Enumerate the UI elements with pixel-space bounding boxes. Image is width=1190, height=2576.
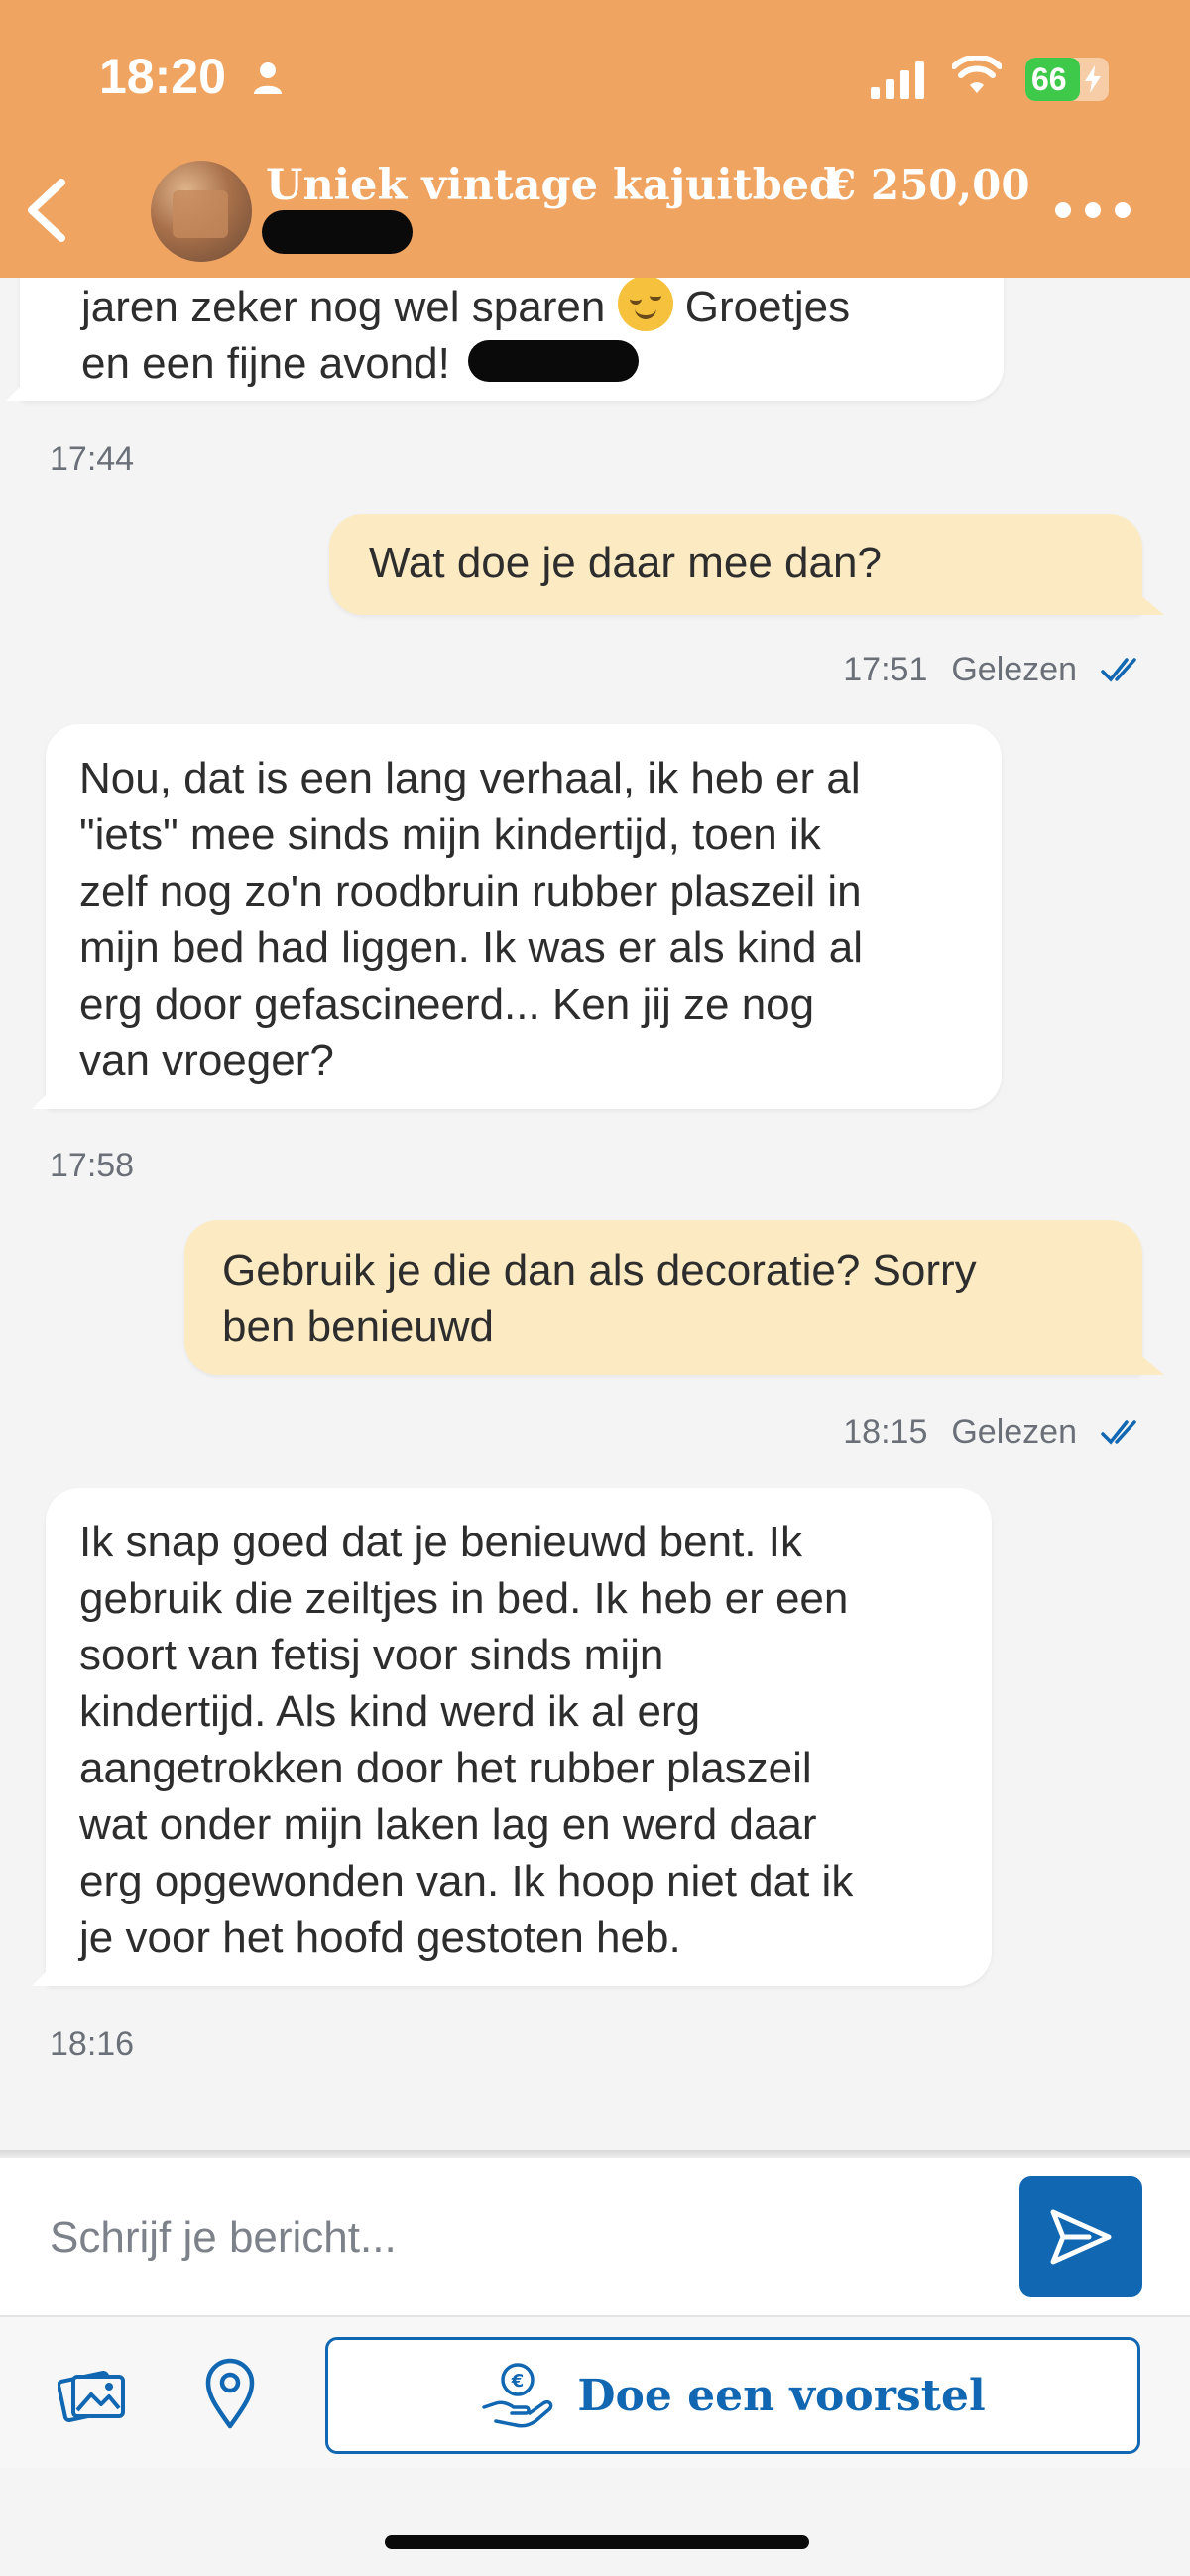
home-indicator[interactable]	[385, 2535, 809, 2549]
message-text: Wat doe je daar mee dan?	[369, 539, 882, 587]
read-status: Gelezen	[951, 1413, 1077, 1451]
redacted-name	[468, 340, 640, 382]
message-timestamp: 18:15	[843, 1413, 928, 1451]
listing-price: € 250,00	[827, 161, 1030, 209]
person-icon	[254, 62, 282, 94]
listing-title[interactable]: Uniek vintage kajuitbed	[266, 161, 839, 210]
make-offer-label: Doe een voorstel	[577, 2370, 986, 2421]
message-text: erg opgewonden van. Ik hoop niet dat ik	[79, 1857, 854, 1905]
message-text: van vroeger?	[79, 1037, 334, 1085]
send-icon	[1050, 2209, 1112, 2265]
message-text: gebruik die zeiltjes in bed. Ik heb er e…	[79, 1574, 849, 1623]
seller-avatar[interactable]	[151, 161, 252, 262]
smiling-emoji-icon	[617, 276, 673, 331]
message-text: aangetrokken door het rubber plaszeil	[79, 1744, 812, 1792]
make-offer-button[interactable]: € Doe een voorstel	[325, 2337, 1140, 2454]
location-icon[interactable]	[204, 2357, 256, 2430]
message-text: Nou, dat is een lang verhaal, ik heb er …	[79, 754, 861, 802]
message-timestamp: 17:51	[843, 651, 928, 688]
svg-text:€: €	[511, 2371, 525, 2392]
back-icon[interactable]	[24, 177, 67, 244]
message-text: Groetjes	[684, 283, 851, 331]
composer-divider	[0, 2150, 1190, 2158]
message-text: soort van fetisj voor sinds mijn	[79, 1631, 664, 1679]
message-timestamp: 18:16	[50, 2025, 135, 2063]
message-text: wat onder mijn laken lag en werd daar	[79, 1800, 817, 1849]
message-text: je voor het hoofd gestoten heb.	[79, 1913, 681, 1962]
message-input[interactable]	[32, 2178, 984, 2297]
double-check-icon	[1101, 1419, 1136, 1445]
message-text: Ik snap goed dat je benieuwd bent. Ik	[79, 1518, 802, 1566]
hand-coin-icon: €	[482, 2363, 553, 2428]
double-check-icon	[1101, 657, 1136, 682]
message-text: mijn bed had liggen. Ik was er als kind …	[79, 923, 863, 972]
bolt-icon	[1085, 65, 1101, 93]
battery-level-text: 66	[1031, 61, 1067, 97]
read-status: Gelezen	[951, 651, 1077, 688]
message-bubble-incoming: Ik snap goed dat je benieuwd bent. Ik ge…	[32, 1488, 992, 1986]
message-bubble-outgoing: Wat doe je daar mee dan?	[329, 514, 1164, 615]
wifi-icon	[952, 56, 1002, 93]
message-timestamp: 17:58	[50, 1147, 135, 1184]
read-receipt: 18:15 Gelezen	[843, 1413, 1144, 1452]
message-bubble-outgoing: Gebruik je die dan als decoratie? Sorry …	[184, 1220, 1164, 1375]
battery-indicator: 66	[1025, 58, 1109, 101]
message-text: zelf nog zo'n roodbruin rubber plaszeil …	[79, 867, 862, 916]
message-text: jaren zeker nog wel sparen	[81, 283, 606, 331]
status-time: 18:20	[99, 49, 226, 104]
message-text: kindertijd. Als kind werd ik al erg	[79, 1687, 701, 1736]
more-icon[interactable]	[1053, 200, 1132, 220]
message-timestamp: 17:44	[50, 440, 135, 478]
gallery-icon[interactable]	[58, 2363, 129, 2424]
send-button[interactable]	[1019, 2176, 1142, 2297]
read-receipt: 17:51 Gelezen	[843, 651, 1144, 689]
signal-icon	[871, 61, 924, 99]
message-text: "iets" mee sinds mijn kindertijd, toen i…	[79, 810, 821, 859]
redacted-seller-name	[262, 210, 413, 254]
message-text: ben benieuwd	[222, 1302, 495, 1351]
message-text: erg door gefascineerd... Ken jij ze nog	[79, 980, 815, 1029]
message-text: Gebruik je die dan als decoratie? Sorry	[222, 1246, 977, 1294]
message-bubble-incoming: Nou, dat is een lang verhaal, ik heb er …	[32, 724, 1002, 1109]
app-header: 18:20 66 Uniek vintage kajuitbed € 250,0…	[0, 0, 1190, 278]
message-text: en een fijne avond!	[81, 339, 450, 388]
